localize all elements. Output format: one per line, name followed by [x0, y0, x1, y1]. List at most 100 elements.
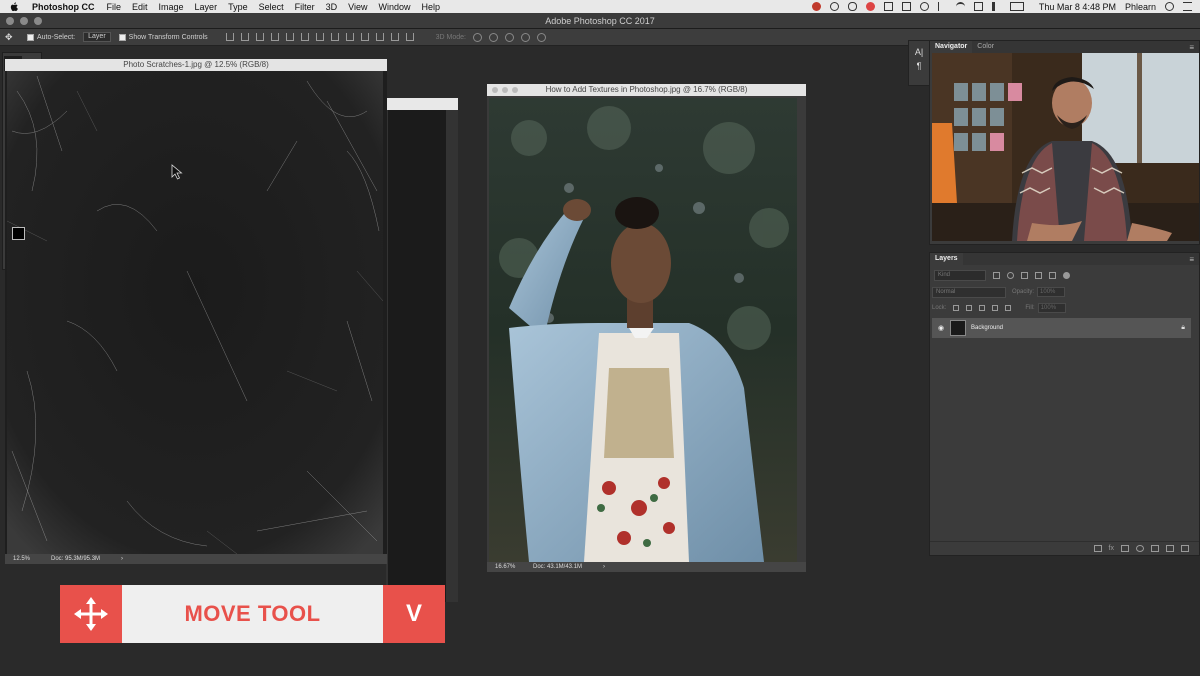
3d-pan-icon[interactable] — [505, 32, 514, 42]
status-record-icon[interactable] — [865, 2, 875, 11]
tab-color[interactable]: Color — [972, 41, 999, 53]
distribute-hcenter-icon[interactable] — [375, 33, 384, 41]
status-app-icon[interactable] — [811, 2, 821, 11]
filter-smartobject-icon[interactable] — [1049, 272, 1056, 279]
align-vcenter-icon[interactable] — [240, 33, 249, 41]
status-shield-icon[interactable] — [883, 2, 893, 11]
auto-align-icon[interactable] — [405, 33, 414, 41]
spotlight-search-icon[interactable] — [1165, 2, 1174, 11]
3d-scale-icon[interactable] — [537, 32, 546, 42]
status-display-icon[interactable] — [901, 2, 911, 11]
paragraph-panel-icon[interactable]: ¶ — [917, 61, 922, 71]
scratches-canvas[interactable] — [7, 71, 383, 554]
fill-input[interactable]: 100% — [1037, 303, 1066, 313]
scratches-document-window[interactable]: Photo Scratches-1.jpg @ 12.5% (RGB/8) 12… — [5, 59, 387, 564]
align-hcenter-icon[interactable] — [285, 33, 294, 41]
filter-pixel-icon[interactable] — [993, 272, 1000, 279]
volume-icon[interactable] — [991, 2, 1001, 11]
filter-shape-icon[interactable] — [1035, 272, 1042, 279]
layer-visibility-eye-icon[interactable]: ◉ — [934, 324, 948, 332]
wifi-icon[interactable] — [955, 2, 965, 11]
filter-type-icon[interactable] — [1021, 272, 1028, 279]
3d-orbit-icon[interactable] — [473, 32, 482, 42]
status-cc-icon[interactable] — [829, 2, 839, 11]
menu-edit[interactable]: Edit — [132, 2, 148, 12]
show-transform-checkbox[interactable] — [118, 33, 126, 41]
scratches-document-titlebar[interactable]: Photo Scratches-1.jpg @ 12.5% (RGB/8) — [5, 59, 387, 71]
menu-select[interactable]: Select — [259, 2, 284, 12]
menubar-clock[interactable]: Thu Mar 8 4:48 PM — [1039, 2, 1116, 12]
auto-select-checkbox[interactable] — [27, 33, 34, 41]
lock-all-icon[interactable] — [1005, 305, 1012, 311]
scratches-zoom-level[interactable]: 12.5% — [13, 556, 45, 562]
lock-position-icon[interactable] — [979, 305, 986, 311]
menu-filter[interactable]: Filter — [295, 2, 315, 12]
layers-panel-menu-icon[interactable]: ≡ — [1189, 255, 1194, 264]
menu-layer[interactable]: Layer — [195, 2, 218, 12]
distribute-vcenter-icon[interactable] — [330, 33, 339, 41]
lock-artboard-icon[interactable] — [992, 305, 999, 311]
menu-help[interactable]: Help — [421, 2, 440, 12]
blend-mode-select[interactable]: Normal — [932, 286, 1006, 298]
tool-preset-picker[interactable]: ✥ — [5, 32, 19, 43]
align-bottom-icon[interactable] — [255, 33, 264, 41]
layer-row-background[interactable]: ◉ Background 🔒︎ — [932, 318, 1191, 338]
layer-lock-icon[interactable]: 🔒︎ — [1181, 324, 1185, 332]
link-layers-icon[interactable] — [1093, 545, 1102, 552]
menu-view[interactable]: View — [348, 2, 367, 12]
background-document-window[interactable] — [386, 98, 458, 602]
photo-minimize-button[interactable] — [502, 87, 508, 93]
apple-menu-icon[interactable] — [8, 1, 20, 12]
photo-document-window[interactable]: How to Add Textures in Photoshop.jpg @ 1… — [487, 84, 806, 572]
layer-filter-kind-select[interactable]: Kind — [934, 270, 986, 281]
distribute-right-icon[interactable] — [390, 33, 399, 41]
distribute-left-icon[interactable] — [360, 33, 369, 41]
menu-image[interactable]: Image — [159, 2, 184, 12]
layer-style-fx-icon[interactable]: fx — [1109, 545, 1114, 552]
3d-roll-icon[interactable] — [489, 32, 498, 42]
photo-canvas[interactable] — [489, 98, 797, 562]
menu-type[interactable]: Type — [228, 2, 248, 12]
lock-image-icon[interactable] — [966, 305, 973, 311]
filter-adjustment-icon[interactable] — [1007, 272, 1014, 279]
status-cloud-icon[interactable] — [847, 2, 857, 11]
tab-layers[interactable]: Layers — [930, 253, 963, 265]
menu-file[interactable]: File — [107, 2, 122, 12]
photo-zoom-button[interactable] — [512, 87, 518, 93]
status-bluetooth-icon[interactable] — [937, 2, 947, 11]
align-left-icon[interactable] — [270, 33, 279, 41]
3d-slide-icon[interactable] — [521, 32, 530, 42]
scratches-status-arrow-icon[interactable]: › — [121, 556, 123, 562]
auto-select-dropdown[interactable]: Layer — [83, 32, 111, 42]
align-right-icon[interactable] — [300, 33, 309, 41]
new-adjustment-layer-icon[interactable] — [1136, 545, 1144, 552]
layer-thumbnail[interactable] — [950, 320, 966, 336]
distribute-bottom-icon[interactable] — [345, 33, 354, 41]
navigator-panel-menu-icon[interactable]: ≡ — [1189, 43, 1194, 52]
menu-window[interactable]: Window — [378, 2, 410, 12]
layer-name[interactable]: Background — [971, 325, 1003, 331]
distribute-top-icon[interactable] — [315, 33, 324, 41]
new-group-folder-icon[interactable] — [1151, 545, 1159, 552]
battery-icon[interactable] — [1009, 2, 1024, 11]
filter-toggle-icon[interactable] — [1063, 272, 1070, 279]
delete-layer-trash-icon[interactable] — [1181, 545, 1189, 552]
character-panel-icon[interactable]: A| — [915, 47, 923, 57]
photo-status-arrow-icon[interactable]: › — [603, 564, 605, 570]
add-mask-icon[interactable] — [1121, 545, 1129, 552]
align-top-icon[interactable] — [225, 33, 234, 41]
app-menu[interactable]: Photoshop CC — [32, 2, 95, 12]
tab-navigator[interactable]: Navigator — [930, 41, 973, 53]
lock-transparent-icon[interactable] — [953, 305, 960, 311]
foreground-color-swatch[interactable] — [12, 227, 25, 240]
background-document-titlebar[interactable] — [386, 98, 458, 110]
menu-3d[interactable]: 3D — [326, 2, 338, 12]
airplay-icon[interactable] — [973, 2, 983, 11]
photo-document-titlebar[interactable]: How to Add Textures in Photoshop.jpg @ 1… — [487, 84, 806, 96]
photo-zoom-level[interactable]: 16.67% — [495, 564, 527, 570]
photo-close-button[interactable] — [492, 87, 498, 93]
opacity-input[interactable]: 100% — [1037, 287, 1066, 297]
new-layer-icon[interactable] — [1166, 545, 1174, 552]
status-timemachine-icon[interactable] — [919, 2, 929, 11]
notification-center-icon[interactable] — [1183, 2, 1192, 11]
